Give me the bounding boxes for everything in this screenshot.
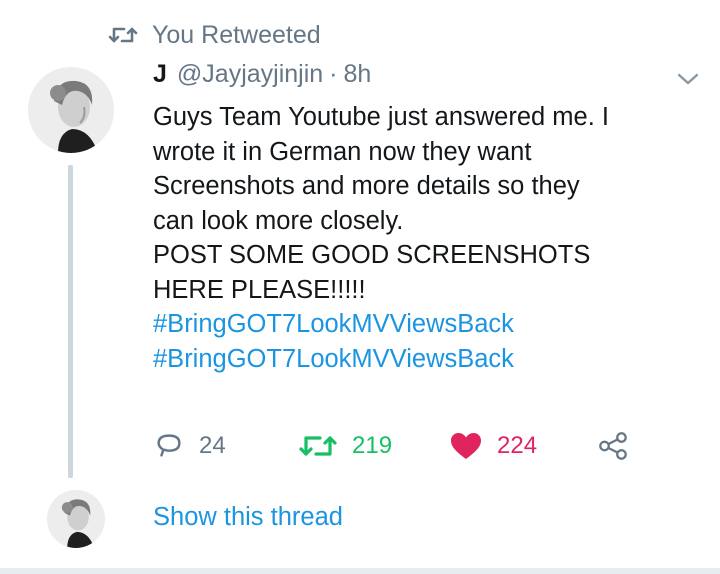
tweet-text-line: Screenshots and more details so they xyxy=(153,172,580,200)
retweet-context-label: You Retweeted xyxy=(152,20,321,49)
tweet-actions: 24 219 224 xyxy=(153,428,653,464)
like-button[interactable]: 224 xyxy=(449,428,537,464)
header-separator: · xyxy=(329,60,338,88)
tweet-text: Guys Team Youtube just answered me. I wr… xyxy=(153,100,708,376)
reply-button[interactable]: 24 xyxy=(153,428,226,464)
share-icon xyxy=(597,430,629,462)
tweet-text-line: Guys Team Youtube just answered me. I xyxy=(153,103,609,131)
retweet-icon xyxy=(298,431,338,461)
like-count: 224 xyxy=(497,432,538,459)
retweet-context: You Retweeted xyxy=(108,20,321,50)
reply-count: 24 xyxy=(199,432,226,459)
thread-author-avatar[interactable] xyxy=(47,490,105,548)
tweet-text-line: wrote it in German now they want xyxy=(153,137,532,166)
reply-icon xyxy=(153,430,185,462)
heart-icon xyxy=(449,431,483,461)
retweet-button[interactable]: 219 xyxy=(298,428,392,464)
tweet-text-line: HERE PLEASE!!!!! xyxy=(153,275,366,304)
thread-connector-line xyxy=(68,165,73,478)
tweet-timestamp[interactable]: 8h xyxy=(344,60,372,89)
hashtag-link[interactable]: #BringGOT7LookMVViewsBack xyxy=(153,342,708,377)
author-handle[interactable]: @Jayjayjinjin xyxy=(177,60,323,89)
hashtag-link[interactable]: #BringGOT7LookMVViewsBack xyxy=(153,307,708,342)
tweet-text-line: can look more closely. xyxy=(153,206,404,235)
tweet-header: J @Jayjayjinjin · 8h xyxy=(153,60,371,94)
retweet-count: 219 xyxy=(352,432,393,459)
share-button[interactable] xyxy=(597,428,629,464)
chevron-down-icon[interactable] xyxy=(675,70,701,88)
author-avatar[interactable] xyxy=(28,67,114,153)
tweet-text-line: POST SOME GOOD SCREENSHOTS xyxy=(153,241,591,269)
show-thread-link[interactable]: Show this thread xyxy=(153,503,343,532)
tweet-divider xyxy=(0,568,720,574)
author-name[interactable]: J xyxy=(153,60,167,89)
retweet-icon xyxy=(108,24,138,46)
